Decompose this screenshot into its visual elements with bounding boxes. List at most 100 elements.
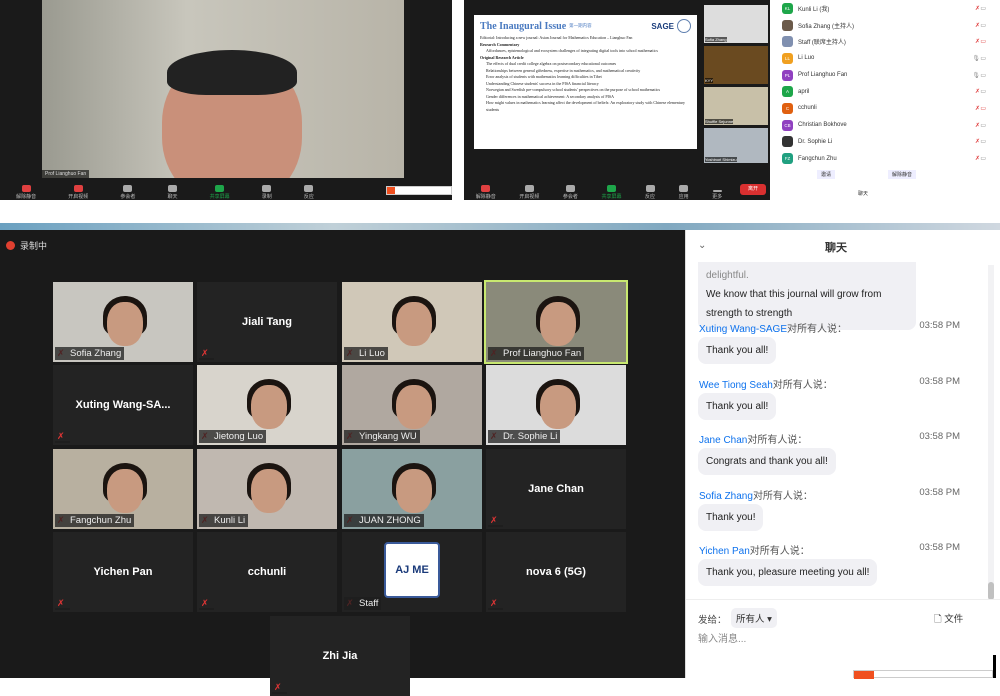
video-tile[interactable]: Xuting Wang-SA... ✗ (53, 365, 193, 445)
apps-button[interactable]: 应用 (679, 185, 689, 200)
video-tile[interactable]: cchunli ✗ (197, 532, 337, 612)
video-tile[interactable]: Zhi Jia ✗ (270, 616, 410, 696)
file-button[interactable]: 🗋 文件 (934, 611, 963, 628)
mic-muted-icon[interactable]: ✗ (975, 138, 980, 145)
unmute-button[interactable]: 解除静音 (476, 185, 496, 200)
video-tile[interactable]: ✗Fangchun Zhu (53, 449, 193, 529)
chat-sender[interactable]: Yichen Pan对所有人说： (699, 542, 810, 557)
ime-toolbar[interactable] (386, 186, 452, 195)
mic-muted-icon[interactable]: ✗ (975, 122, 980, 129)
video-tile[interactable]: ✗Prof Lianghuo Fan (484, 280, 628, 364)
participant-row[interactable]: CB Christian Bokhove ✗ ▭ (772, 117, 1000, 134)
reactions-button[interactable]: 反应 (645, 185, 655, 200)
ime-toolbar[interactable] (853, 670, 993, 679)
thumb-video[interactable]: Sofia Zhang (704, 5, 768, 43)
more-button[interactable]: 更多 (712, 190, 722, 200)
thumb-video[interactable]: Yoshinori Shimizu (704, 128, 768, 163)
camera-icon[interactable]: ▭ (980, 138, 986, 145)
chat-sender[interactable]: Sofia Zhang对所有人说： (699, 487, 813, 502)
avatar (782, 19, 793, 31)
video-tile[interactable]: Yichen Pan ✗ (53, 532, 193, 612)
mic-icon[interactable]: 🎙 (972, 55, 980, 62)
participant-name-center: Jane Chan (528, 483, 584, 495)
chat-section-label[interactable]: 聊天 (858, 190, 868, 197)
camera-icon[interactable]: ▭ (980, 5, 986, 12)
unmute-button[interactable]: 解除静音 (16, 185, 36, 200)
camera-icon[interactable]: ▭ (980, 88, 986, 95)
name-bar (55, 608, 70, 610)
participant-row[interactable]: FZ Fangchun Zhu ✗ ▭ (772, 150, 1000, 167)
record-button[interactable]: 录制 (262, 185, 272, 200)
participant-name: Dr. Sophie Li (488, 430, 561, 443)
chat-timestamp: 03:58 PM (919, 320, 960, 331)
video-tile[interactable]: ✗JUAN ZHONG (342, 449, 482, 529)
chat-sender[interactable]: Jane Chan对所有人说： (699, 431, 807, 446)
camera-icon[interactable]: ▭ (980, 122, 986, 129)
chat-timestamp: 03:58 PM (919, 542, 960, 553)
chat-sender[interactable]: Wee Tiong Seah对所有人说： (699, 376, 833, 391)
recording-indicator: 录制中 (6, 239, 47, 252)
participant-row[interactable]: PL Prof Lianghuo Fan 🎙 ▭ (772, 67, 1000, 84)
participant-row[interactable]: Dr. Sophie Li ✗ ▭ (772, 134, 1000, 151)
camera-icon[interactable]: ▭ (980, 22, 986, 29)
video-tile[interactable]: ✗Sofia Zhang (53, 282, 193, 362)
recipient-dropdown[interactable]: 所有人 ▾ (731, 608, 777, 628)
video-button[interactable]: 开启视频 (519, 185, 539, 200)
chat-panel: ⌄ 聊天 Congratulations everyone! This has … (685, 230, 1000, 679)
mic-muted-icon[interactable]: ✗ (975, 38, 980, 45)
chat-bubble: Thank you all! (698, 337, 777, 364)
video-button[interactable]: 开启视频 (68, 185, 88, 200)
message-input[interactable]: 输入消息... (698, 630, 746, 645)
video-tile[interactable]: ✗Jietong Luo (197, 365, 337, 445)
participants-button[interactable]: 参会者 (563, 185, 578, 200)
participant-row[interactable]: Staff (联席主持人) ✗ ▭ (772, 33, 1000, 50)
thumb-video[interactable]: KYY (704, 46, 768, 84)
mute-all-button[interactable]: 解除静音 (888, 170, 917, 179)
invite-button[interactable]: 邀请 (817, 170, 836, 179)
thumb-video[interactable]: Shuffle Sejunne (704, 87, 768, 125)
video-tile[interactable]: Jane Chan ✗ (486, 449, 626, 529)
video-tile[interactable]: ✗Yingkang WU (342, 365, 482, 445)
camera-icon[interactable]: ▭ (980, 72, 986, 79)
participant-name-center: Yichen Pan (93, 566, 153, 578)
chat-button[interactable]: 聊天 (167, 185, 178, 200)
mic-muted-icon[interactable]: ✗ (975, 88, 980, 95)
mic-icon[interactable]: 🎙 (972, 72, 980, 79)
participant-row[interactable]: KL Kunli Li (我) ✗ ▭ (772, 0, 1000, 17)
video-tile[interactable]: nova 6 (5G) ✗ (486, 532, 626, 612)
camera-icon[interactable]: ▭ (980, 155, 986, 162)
chat-scrollbar[interactable] (988, 265, 994, 600)
video-tile[interactable]: AJ ME✗Staff (342, 532, 482, 612)
camera-icon[interactable]: ▭ (980, 55, 986, 62)
avatar: FZ (782, 153, 793, 165)
video-tile[interactable]: ✗Dr. Sophie Li (486, 365, 626, 445)
slide-body: Editorial: Introducing a new journal: As… (480, 35, 691, 113)
mic-muted-icon[interactable]: ✗ (975, 5, 980, 12)
leave-button[interactable]: 离开 (740, 184, 766, 195)
video-tile[interactable]: ✗Kunli Li (197, 449, 337, 529)
avatar: C (782, 102, 793, 114)
participant-row[interactable]: Ccchunli ✗ ▭ (772, 100, 1000, 117)
mic-muted-icon[interactable]: ✗ (975, 105, 980, 112)
slide-line: Norwegian and Swedish pre-compulsory sch… (486, 87, 661, 92)
mic-muted-icon[interactable]: ✗ (975, 155, 980, 162)
toolbar-2: 解除静音 开启视频 参会者 共享屏幕 反应 应用 更多 (464, 180, 734, 200)
participant-name: Li Luo (344, 347, 388, 360)
mic-muted-icon[interactable]: ✗ (975, 22, 980, 29)
camera-off-icon[interactable]: ▭ (980, 38, 986, 45)
share-screen-button[interactable]: 共享屏幕 (601, 185, 621, 200)
share-screen-button[interactable]: 共享屏幕 (210, 185, 230, 200)
slide-title: The Inaugural Issue (480, 20, 567, 32)
chat-sender[interactable]: Xuting Wang-SAGE对所有人说： (699, 320, 847, 335)
participant-row[interactable]: LL Li Luo 🎙 ▭ (772, 50, 1000, 67)
video-tile[interactable]: Jiali Tang ✗ (197, 282, 337, 362)
participants-button[interactable]: 参会者 (120, 185, 135, 200)
video-tile[interactable]: ✗Li Luo (342, 282, 482, 362)
participant-name-center: Zhi Jia (322, 650, 358, 662)
participant-name: Li Luo (798, 55, 815, 62)
participant-row[interactable]: Aapril ✗ ▭ (772, 83, 1000, 100)
participant-row[interactable]: Sofia Zhang (主持人) ✗ ▭ (772, 17, 1000, 34)
chat-timestamp: 03:58 PM (919, 486, 960, 498)
camera-off-icon[interactable]: ▭ (980, 105, 986, 112)
reactions-button[interactable]: 反应 (304, 185, 314, 200)
